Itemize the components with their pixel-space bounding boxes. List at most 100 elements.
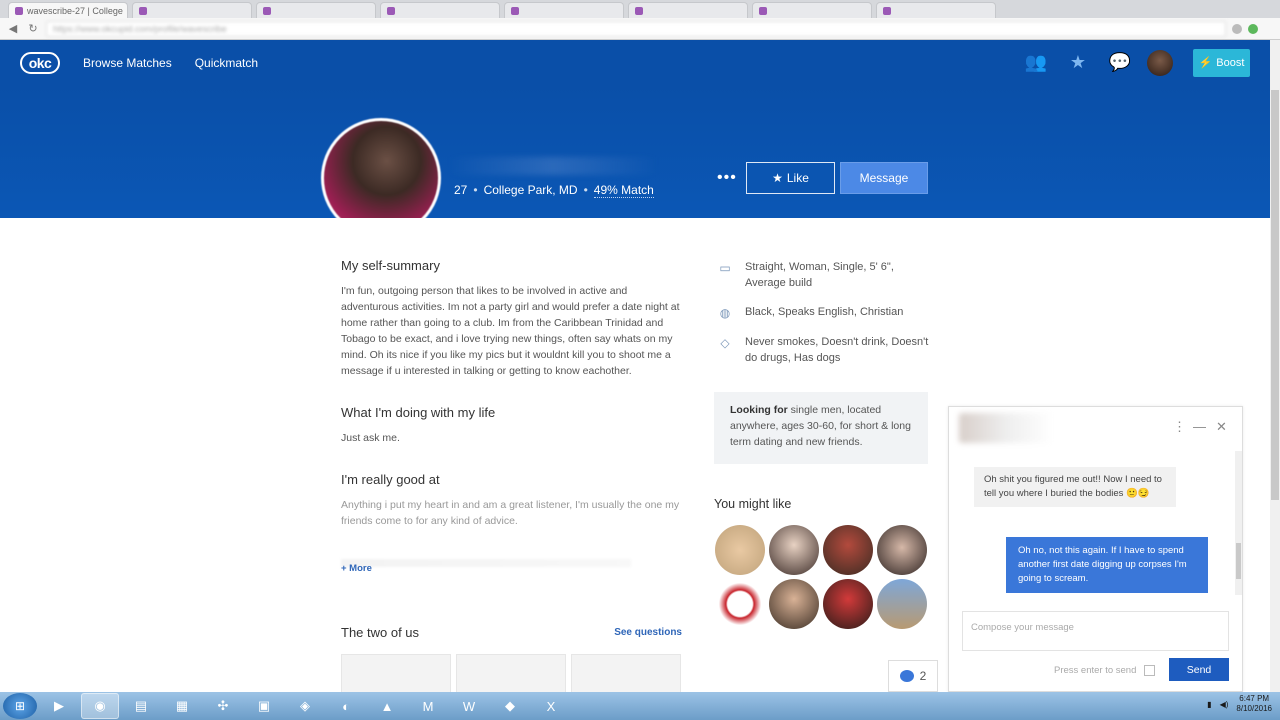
close-icon[interactable]: ✕ [1216,419,1227,435]
top-navigation: okc Browse Matches Quickmatch 👥 ★ 💬 ⚡ Boo… [0,40,1270,85]
chat-scrollbar[interactable] [1235,451,1242,595]
suggested-profile-avatar[interactable] [769,579,819,629]
more-essays-link[interactable]: + More [341,563,372,574]
browser-tab[interactable] [628,2,748,18]
press-enter-label: Press enter to send [1054,665,1137,676]
address-bar-row: ◀ ↻ https://www.okcupid.com/profile/wave… [0,18,1280,40]
reload-icon[interactable]: ↻ [26,22,40,35]
firefox-icon[interactable]: ◐ [327,693,365,719]
lightning-icon: ⚡ [1198,57,1213,69]
browser-tab[interactable] [380,2,500,18]
profile-name-blurred [448,157,658,175]
essay-text: Anything i put my heart in and am a grea… [341,499,680,527]
suggested-profile-avatar[interactable] [715,525,765,575]
favicon-icon [635,6,643,15]
browser-tab[interactable] [752,2,872,18]
vlc-icon[interactable]: ▲ [368,693,406,719]
user-avatar[interactable] [1147,49,1173,76]
star-likes-icon[interactable]: ★ [1057,40,1099,85]
browser-tab[interactable]: wavescribe-27 | College [8,2,128,18]
press-enter-checkbox[interactable] [1144,665,1156,676]
app-icon[interactable]: ▣ [245,693,283,719]
extension-icon[interactable] [1248,23,1258,34]
chat-scroll-thumb[interactable] [1236,543,1241,579]
page-scrollbar[interactable] [1270,40,1280,692]
extension-icon[interactable] [1232,23,1242,34]
word-icon[interactable]: W [450,693,488,719]
volume-icon[interactable]: ◀) [1220,700,1229,709]
quickmatch-link[interactable]: Quickmatch [195,56,258,70]
like-label: Like [786,171,809,185]
messages-tab[interactable]: 2 [888,660,938,692]
looking-for-label: Looking for [730,404,788,416]
people-icon[interactable]: 👥 [1015,40,1057,85]
suggested-profile-avatar[interactable] [823,579,873,629]
detail-background: ◍ Black, Speaks English, Christian [718,304,933,320]
match-percentage[interactable]: 49% Match [593,183,654,198]
compose-message-input[interactable]: Compose your message [962,611,1229,651]
see-questions-link[interactable]: See questions [614,627,682,638]
favicon-icon [139,6,147,15]
suggested-profile-avatar[interactable] [877,579,927,629]
favicon-icon [263,6,271,15]
minimize-icon[interactable]: — [1193,419,1206,434]
send-button[interactable]: Send [1169,658,1229,681]
okc-logo[interactable]: okc [20,51,60,74]
chat-bubble-icon[interactable]: 💬 [1099,40,1141,85]
two-of-us-section: The two of us See questions [341,625,682,640]
essay-doing-with-life: What I'm doing with my life Just ask me. [341,405,686,446]
browse-matches-link[interactable]: Browse Matches [83,56,172,70]
browser-tab[interactable] [132,2,252,18]
browser-tab[interactable] [256,2,376,18]
app-icon[interactable]: M [409,693,447,719]
app-icon[interactable]: ✣ [204,693,242,719]
app-icon[interactable]: ▤ [122,693,160,719]
chat-recipient-blurred [959,413,1053,443]
clock[interactable]: 6:47 PM 8/10/2016 [1236,694,1272,714]
message-button[interactable]: Message [840,162,928,194]
app-icon[interactable]: ◈ [286,693,324,719]
chat-menu-icon[interactable]: ⋮ [1173,419,1186,435]
incoming-message: Oh shit you figured me out!! Now I need … [974,467,1176,507]
boost-button[interactable]: ⚡ Boost [1193,48,1250,77]
back-icon[interactable]: ◀ [6,22,20,35]
more-options-icon[interactable]: ••• [717,169,737,187]
essay-title: I'm really good at [341,472,440,487]
you-might-like-title: You might like [714,497,792,511]
question-card[interactable] [571,654,681,694]
chat-messages: Oh shit you figured me out!! Now I need … [949,451,1242,595]
favicon-icon [883,6,891,15]
question-card[interactable] [456,654,566,694]
detail-text: Straight, Woman, Single, 5' 6", Average … [745,261,894,289]
detail-basics: ▭ Straight, Woman, Single, 5' 6", Averag… [718,259,933,291]
like-button[interactable]: ★ Like [746,162,835,194]
url-input[interactable]: https://www.okcupid.com/profile/wavescri… [46,20,1226,37]
suggested-profile-avatar[interactable] [715,579,765,629]
browser-tab[interactable] [876,2,996,18]
favicon-icon [387,6,395,15]
clock-date: 8/10/2016 [1236,704,1272,713]
profile-header: 27 • College Park, MD • 49% Match ••• ★ L… [0,85,1270,238]
media-player-icon[interactable]: ▶ [40,693,78,719]
page-scroll-thumb[interactable] [1271,90,1279,500]
folder-icon[interactable]: ▦ [163,693,201,719]
start-button[interactable]: ⊞ [3,693,37,719]
favicon-icon [759,6,767,15]
suggested-profile-avatar[interactable] [823,525,873,575]
boost-label: Boost [1216,56,1245,69]
suggested-profile-avatar[interactable] [877,525,927,575]
looking-for-box: Looking for single men, located anywhere… [714,392,928,464]
browser-tab-strip: wavescribe-27 | College [0,0,1280,18]
network-icon[interactable]: ▮ [1207,700,1211,709]
globe-icon: ◍ [719,306,731,320]
excel-icon[interactable]: X [532,693,570,719]
press-enter-option: Press enter to send [1054,665,1156,676]
chat-bubble-icon [899,670,914,682]
browser-tab[interactable] [504,2,624,18]
essay-text: Just ask me. [341,432,400,444]
app-icon[interactable]: ◆ [491,693,529,719]
suggested-profile-avatar[interactable] [769,525,819,575]
chrome-icon[interactable]: ◉ [81,693,119,719]
detail-text: Black, Speaks English, Christian [745,306,904,318]
question-card[interactable] [341,654,451,694]
